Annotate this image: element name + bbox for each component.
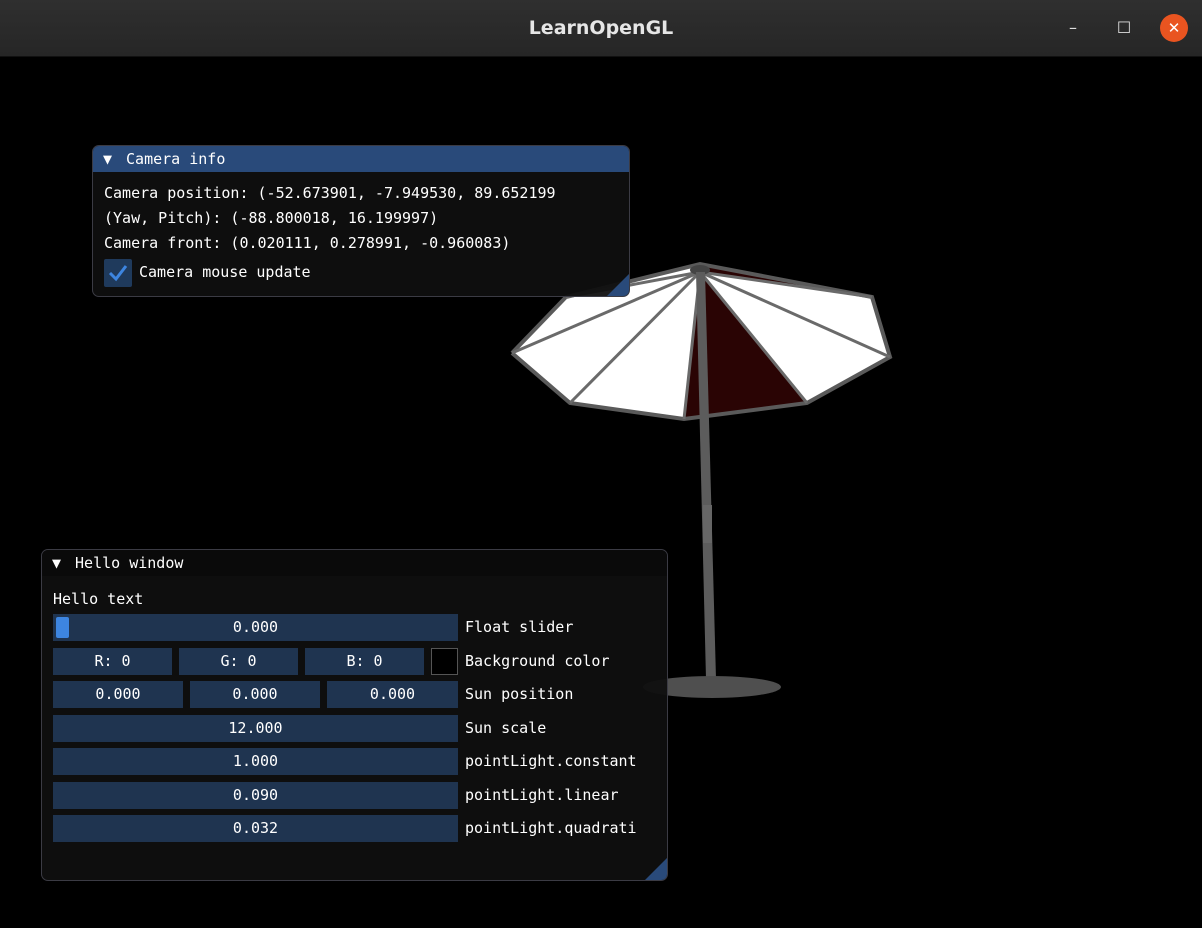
slider-grab[interactable] [56, 617, 69, 638]
window-title: LearnOpenGL [528, 17, 674, 39]
float-slider-value: 0.000 [232, 618, 279, 636]
sun-position-y[interactable]: 0.000 [190, 681, 320, 708]
sun-position-z[interactable]: 0.000 [327, 681, 458, 708]
hello-panel-title-bar[interactable]: ▼ Hello window [42, 550, 667, 576]
color-g-field[interactable]: G: 0 [179, 648, 298, 675]
maximize-icon[interactable]: ☐ [1110, 14, 1138, 42]
resize-grip[interactable] [645, 858, 667, 880]
camera-info-panel[interactable]: ▼ Camera info Camera position: (-52.6739… [92, 145, 630, 297]
point-quadratic-label: pointLight.quadrati [465, 819, 637, 837]
color-r-field[interactable]: R: 0 [53, 648, 172, 675]
checkmark-icon [108, 265, 128, 282]
resize-grip[interactable] [607, 274, 629, 296]
camera-mouse-update-label: Camera mouse update [139, 263, 311, 281]
app-window: LearnOpenGL – ☐ ✕ ▼ Camera info Camera p… [0, 0, 1202, 928]
title-bar[interactable]: LearnOpenGL – ☐ ✕ [0, 0, 1202, 57]
point-constant-field[interactable]: 1.000 [53, 748, 458, 775]
minimize-icon[interactable]: – [1059, 14, 1087, 42]
color-swatch[interactable] [431, 648, 458, 675]
float-slider-label: Float slider [465, 618, 574, 636]
sun-scale-field[interactable]: 12.000 [53, 715, 458, 742]
yaw-pitch-text: (Yaw, Pitch): (-88.800018, 16.199997) [104, 209, 439, 227]
camera-mouse-update-checkbox[interactable] [104, 259, 132, 287]
float-slider[interactable]: 0.000 [53, 614, 458, 641]
sun-position-label: Sun position [465, 685, 574, 703]
sun-position-x[interactable]: 0.000 [53, 681, 183, 708]
camera-front-text: Camera front: (0.020111, 0.278991, -0.96… [104, 234, 511, 252]
color-b-field[interactable]: B: 0 [305, 648, 424, 675]
point-quadratic-field[interactable]: 0.032 [53, 815, 458, 842]
camera-position-text: Camera position: (-52.673901, -7.949530,… [104, 184, 556, 202]
point-constant-label: pointLight.constant [465, 752, 637, 770]
close-icon[interactable]: ✕ [1160, 14, 1188, 42]
hello-panel-title: Hello window [75, 554, 184, 572]
point-linear-label: pointLight.linear [465, 786, 619, 804]
point-linear-field[interactable]: 0.090 [53, 782, 458, 809]
hello-window-panel[interactable]: ▼ Hello window Hello text 0.000 Float sl… [41, 549, 668, 881]
collapse-arrow-icon[interactable]: ▼ [52, 550, 66, 576]
hello-text: Hello text [53, 590, 144, 608]
sun-scale-label: Sun scale [465, 719, 547, 737]
collapse-arrow-icon[interactable]: ▼ [103, 146, 117, 172]
camera-panel-title-bar[interactable]: ▼ Camera info [93, 146, 629, 172]
background-color-label: Background color [465, 652, 610, 670]
camera-panel-title: Camera info [126, 150, 226, 168]
